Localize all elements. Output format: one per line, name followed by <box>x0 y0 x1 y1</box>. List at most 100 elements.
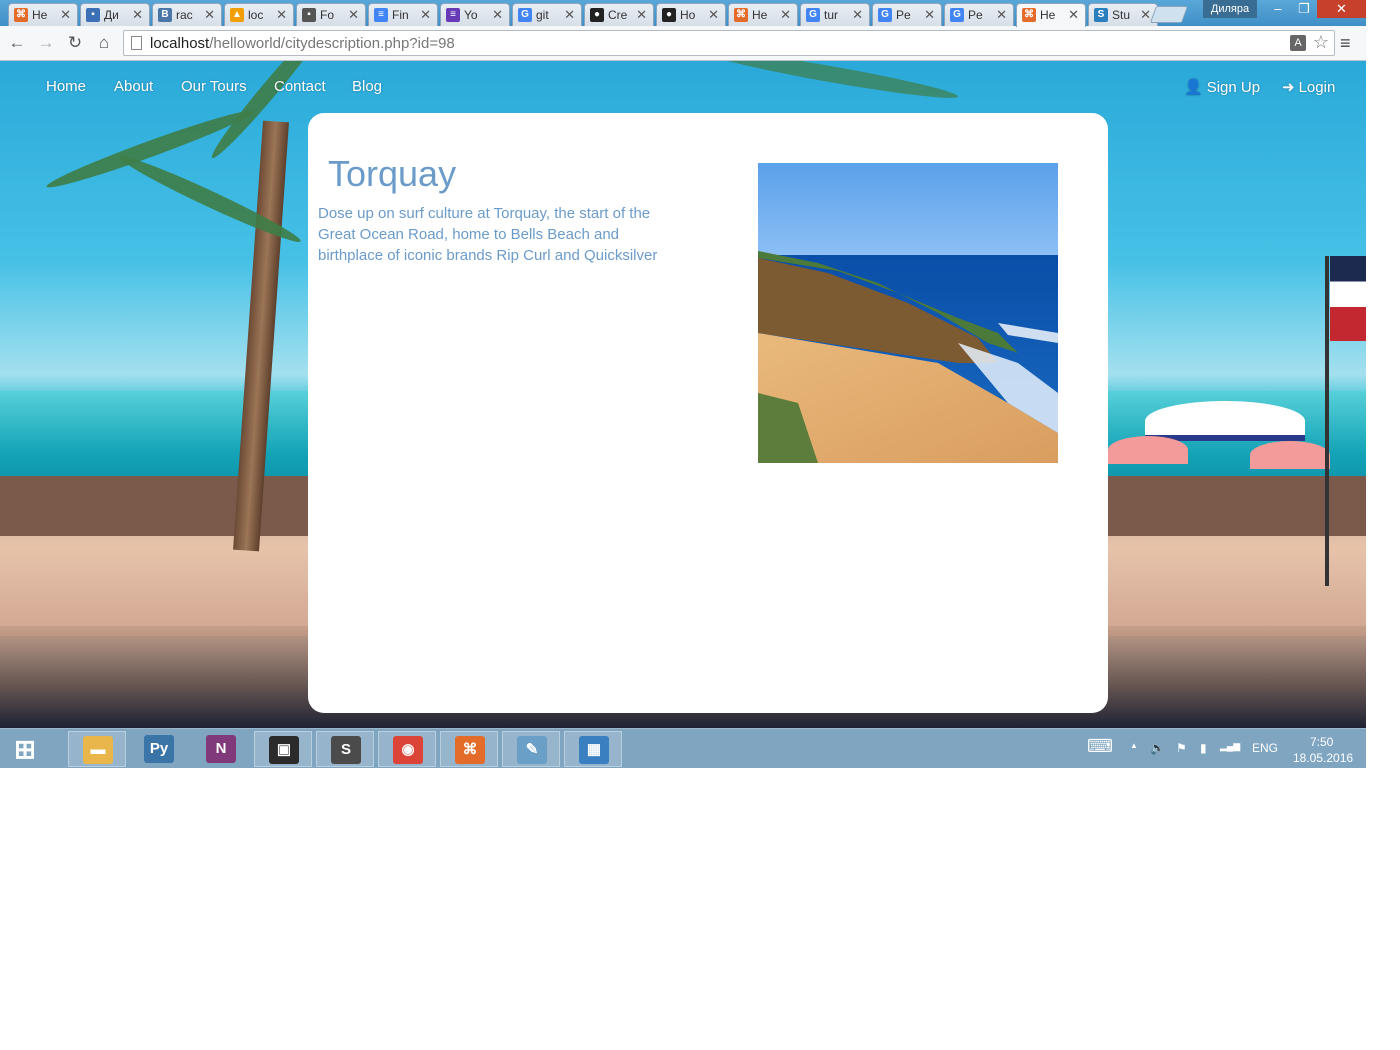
nav-about[interactable]: About <box>114 78 153 95</box>
tab-close-icon[interactable]: ✕ <box>204 7 215 23</box>
tray-expand-icon[interactable]: ▲ <box>1130 741 1138 750</box>
page-icon <box>131 36 142 50</box>
login-icon: ➜ <box>1282 79 1295 96</box>
clock-time[interactable]: 7:50 <box>1310 735 1333 749</box>
tab-close-icon[interactable]: ✕ <box>780 7 791 23</box>
maximize-button[interactable]: ❐ <box>1291 0 1317 18</box>
home-icon[interactable]: ⌂ <box>93 32 115 54</box>
browser-tab[interactable]: Gtur ✕ <box>800 3 870 26</box>
translate-icon[interactable]: A <box>1290 35 1306 51</box>
profile-badge[interactable]: Диляра <box>1203 0 1257 18</box>
beach-photo-illustration <box>758 163 1058 463</box>
forward-arrow-icon[interactable]: → <box>35 32 57 54</box>
browser-tab[interactable]: ⌘ He ✕ <box>1016 3 1086 27</box>
photos-icon: ▦ <box>579 736 609 764</box>
tab-title: loc <box>248 8 264 22</box>
clock-date[interactable]: 18.05.2016 <box>1293 751 1353 765</box>
nav-home[interactable]: Home <box>46 78 86 95</box>
taskbar-app-button[interactable]: N <box>192 731 250 767</box>
browser-tab[interactable]: ≡ Yo ✕ <box>440 3 510 26</box>
web-page: Home About Our Tours Contact Blog 👤 Sign … <box>0 61 1366 728</box>
battery-icon[interactable]: ▮ <box>1200 741 1207 755</box>
tab-close-icon[interactable]: ✕ <box>60 7 71 23</box>
tab-title: Yo <box>464 8 478 22</box>
volume-icon[interactable]: 🔈 <box>1150 741 1165 755</box>
tab-close-icon[interactable]: ✕ <box>492 7 503 23</box>
network-signal-icon[interactable]: ▂▄▆ <box>1220 741 1240 752</box>
url-host: localhost <box>150 35 210 52</box>
bookmark-star-icon[interactable]: ☆ <box>1313 32 1329 53</box>
tab-title: Fin <box>392 8 409 22</box>
background-umbrella <box>1108 436 1188 464</box>
language-indicator[interactable]: ENG <box>1252 741 1278 755</box>
minimize-button[interactable]: – <box>1265 0 1291 18</box>
browser-tab[interactable]: G Pe ✕ <box>872 3 942 26</box>
browser-tab[interactable]: Ggit ✕ <box>512 3 582 26</box>
tab-close-icon[interactable]: ✕ <box>276 7 287 23</box>
tab-close-icon[interactable]: ✕ <box>348 7 359 23</box>
action-center-flag-icon[interactable]: ⚑ <box>1176 741 1187 755</box>
browser-tab-strip: ⌘ He ✕ ▪ Ди ✕ Brac ✕ ▲ loc ✕ ▪ Fo ✕ ≡ Fin ✕ ≡ Yo ✕ Ggit ✕ ● Cre… <box>0 0 1366 27</box>
browser-tab[interactable]: ● Ho ✕ <box>656 3 726 26</box>
tab-close-icon[interactable]: ✕ <box>852 7 863 23</box>
browser-tab[interactable]: ▪ Fo ✕ <box>296 3 366 26</box>
browser-tab[interactable]: ⌘ He ✕ <box>728 3 798 26</box>
browser-tab[interactable]: S Stu ✕ <box>1088 3 1158 26</box>
python-icon: Py <box>144 735 174 763</box>
signup-link[interactable]: 👤 Sign Up <box>1184 78 1260 96</box>
tab-close-icon[interactable]: ✕ <box>708 7 719 23</box>
background-umbrella <box>1250 441 1330 469</box>
address-bar[interactable]: localhost/helloworld/citydescription.php… <box>123 30 1335 56</box>
nav-contact[interactable]: Contact <box>274 78 326 95</box>
tab-close-icon[interactable]: ✕ <box>420 7 431 23</box>
taskbar-app-button[interactable]: ◉ <box>378 731 436 767</box>
nav-our-tours[interactable]: Our Tours <box>181 78 247 95</box>
tab-title: Ди <box>104 8 119 22</box>
tab-close-icon[interactable]: ✕ <box>636 7 647 23</box>
taskbar-app-button[interactable]: ▦ <box>564 731 622 767</box>
background-flag <box>1330 256 1366 341</box>
github-icon: ● <box>590 8 604 22</box>
taskbar-app-button[interactable]: ✎ <box>502 731 560 767</box>
tab-close-icon[interactable]: ✕ <box>924 7 935 23</box>
browser-tab[interactable]: ● Cre ✕ <box>584 3 654 26</box>
city-description: Dose up on surf culture at Torquay, the … <box>318 205 658 264</box>
new-tab-button[interactable] <box>1149 6 1189 23</box>
taskbar-app-button[interactable]: S <box>316 731 374 767</box>
sublime-icon: S <box>331 736 361 764</box>
login-link[interactable]: ➜ Login <box>1282 78 1335 96</box>
nav-blog[interactable]: Blog <box>352 78 382 95</box>
tab-close-icon[interactable]: ✕ <box>996 7 1007 23</box>
tab-close-icon[interactable]: ✕ <box>564 7 575 23</box>
url-path: /helloworld/citydescription.php?id=98 <box>209 35 455 52</box>
tab-close-icon[interactable]: ✕ <box>132 7 143 23</box>
tab-title: git <box>536 8 549 22</box>
onenote-icon: N <box>206 735 236 763</box>
close-window-button[interactable]: ✕ <box>1317 0 1366 18</box>
url-text[interactable]: localhost/helloworld/citydescription.php… <box>150 35 455 52</box>
taskbar-app-button[interactable]: Py <box>130 731 188 767</box>
start-button[interactable]: ⊞ <box>0 731 50 767</box>
browser-tab[interactable]: ▪ Ди ✕ <box>80 3 150 26</box>
keyboard-icon[interactable]: ⌨ <box>1087 736 1113 757</box>
xampp-icon: ⌘ <box>1022 8 1036 22</box>
browser-tab[interactable]: ▲ loc ✕ <box>224 3 294 26</box>
tab-title: Cre <box>608 8 628 22</box>
tab-title: tur <box>824 8 839 22</box>
tab-close-icon[interactable]: ✕ <box>1068 7 1079 23</box>
back-arrow-icon[interactable]: ← <box>6 32 28 54</box>
browser-menu-icon[interactable]: ≡ <box>1340 33 1351 54</box>
background-flag-pole <box>1325 256 1329 586</box>
taskbar-app-button[interactable]: ▬ <box>68 731 126 767</box>
browser-tab[interactable]: ≡ Fin ✕ <box>368 3 438 26</box>
browser-toolbar: ← → ↻ ⌂ localhost/helloworld/citydescrip… <box>0 26 1366 61</box>
tab-close-icon[interactable]: ✕ <box>1140 7 1151 23</box>
google-icon: G <box>518 8 532 22</box>
browser-tab[interactable]: G Pe ✕ <box>944 3 1014 26</box>
taskbar-app-button[interactable]: ▣ <box>254 731 312 767</box>
browser-tab[interactable]: ⌘ He ✕ <box>8 3 78 26</box>
taskbar-app-button[interactable]: ⌘ <box>440 731 498 767</box>
browser-tab[interactable]: Brac ✕ <box>152 3 222 26</box>
chrome-icon: ◉ <box>393 736 423 764</box>
reload-icon[interactable]: ↻ <box>64 32 86 54</box>
